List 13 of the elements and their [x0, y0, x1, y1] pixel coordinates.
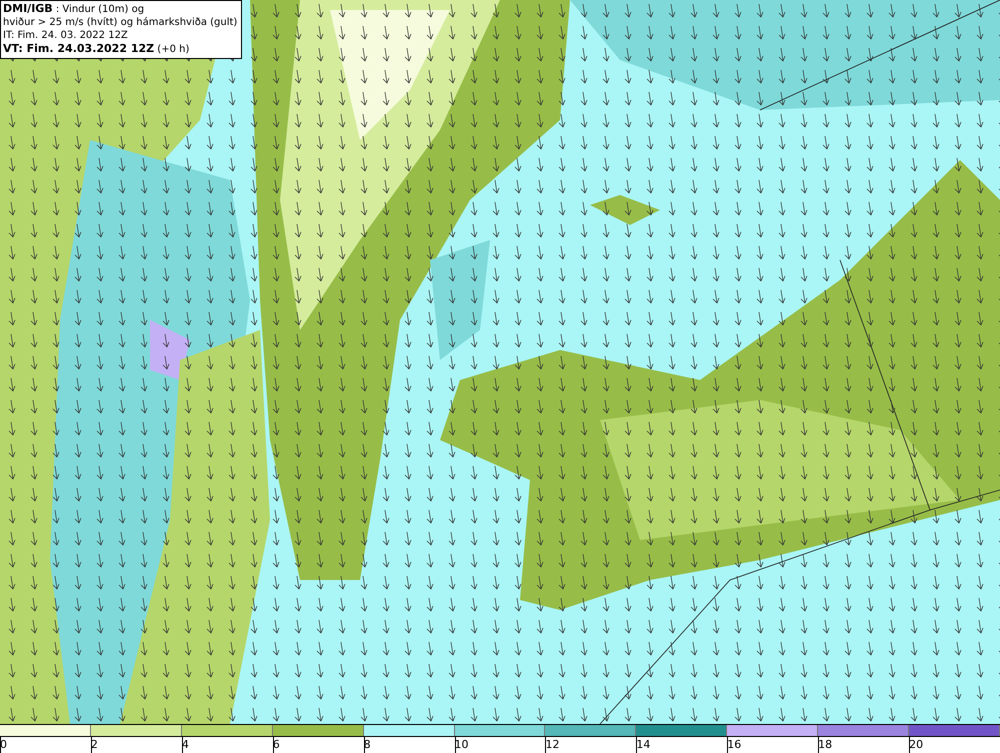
map-title-line: IT: Fim. 24. 03. 2022 12Z	[3, 29, 129, 42]
legend-label: 14	[636, 738, 650, 751]
legend-label: 4	[182, 738, 189, 751]
map-title-line: VT: Fim. 24.03.2022 12Z (+0 h)	[3, 42, 190, 56]
legend-label: 20	[909, 738, 924, 751]
legend-label: 12	[545, 738, 560, 751]
map-title-line: DMI/IGB : Vindur (10m) og	[3, 2, 146, 16]
legend-label: 10	[454, 738, 469, 751]
legend-label: 0	[0, 738, 7, 751]
legend-label: 16	[727, 738, 742, 751]
legend-label: 18	[818, 738, 832, 751]
map-title-line: hviður > 25 m/s (hvítt) og hámarkshviða (gult)	[3, 16, 238, 29]
legend-label: 2	[90, 738, 98, 751]
